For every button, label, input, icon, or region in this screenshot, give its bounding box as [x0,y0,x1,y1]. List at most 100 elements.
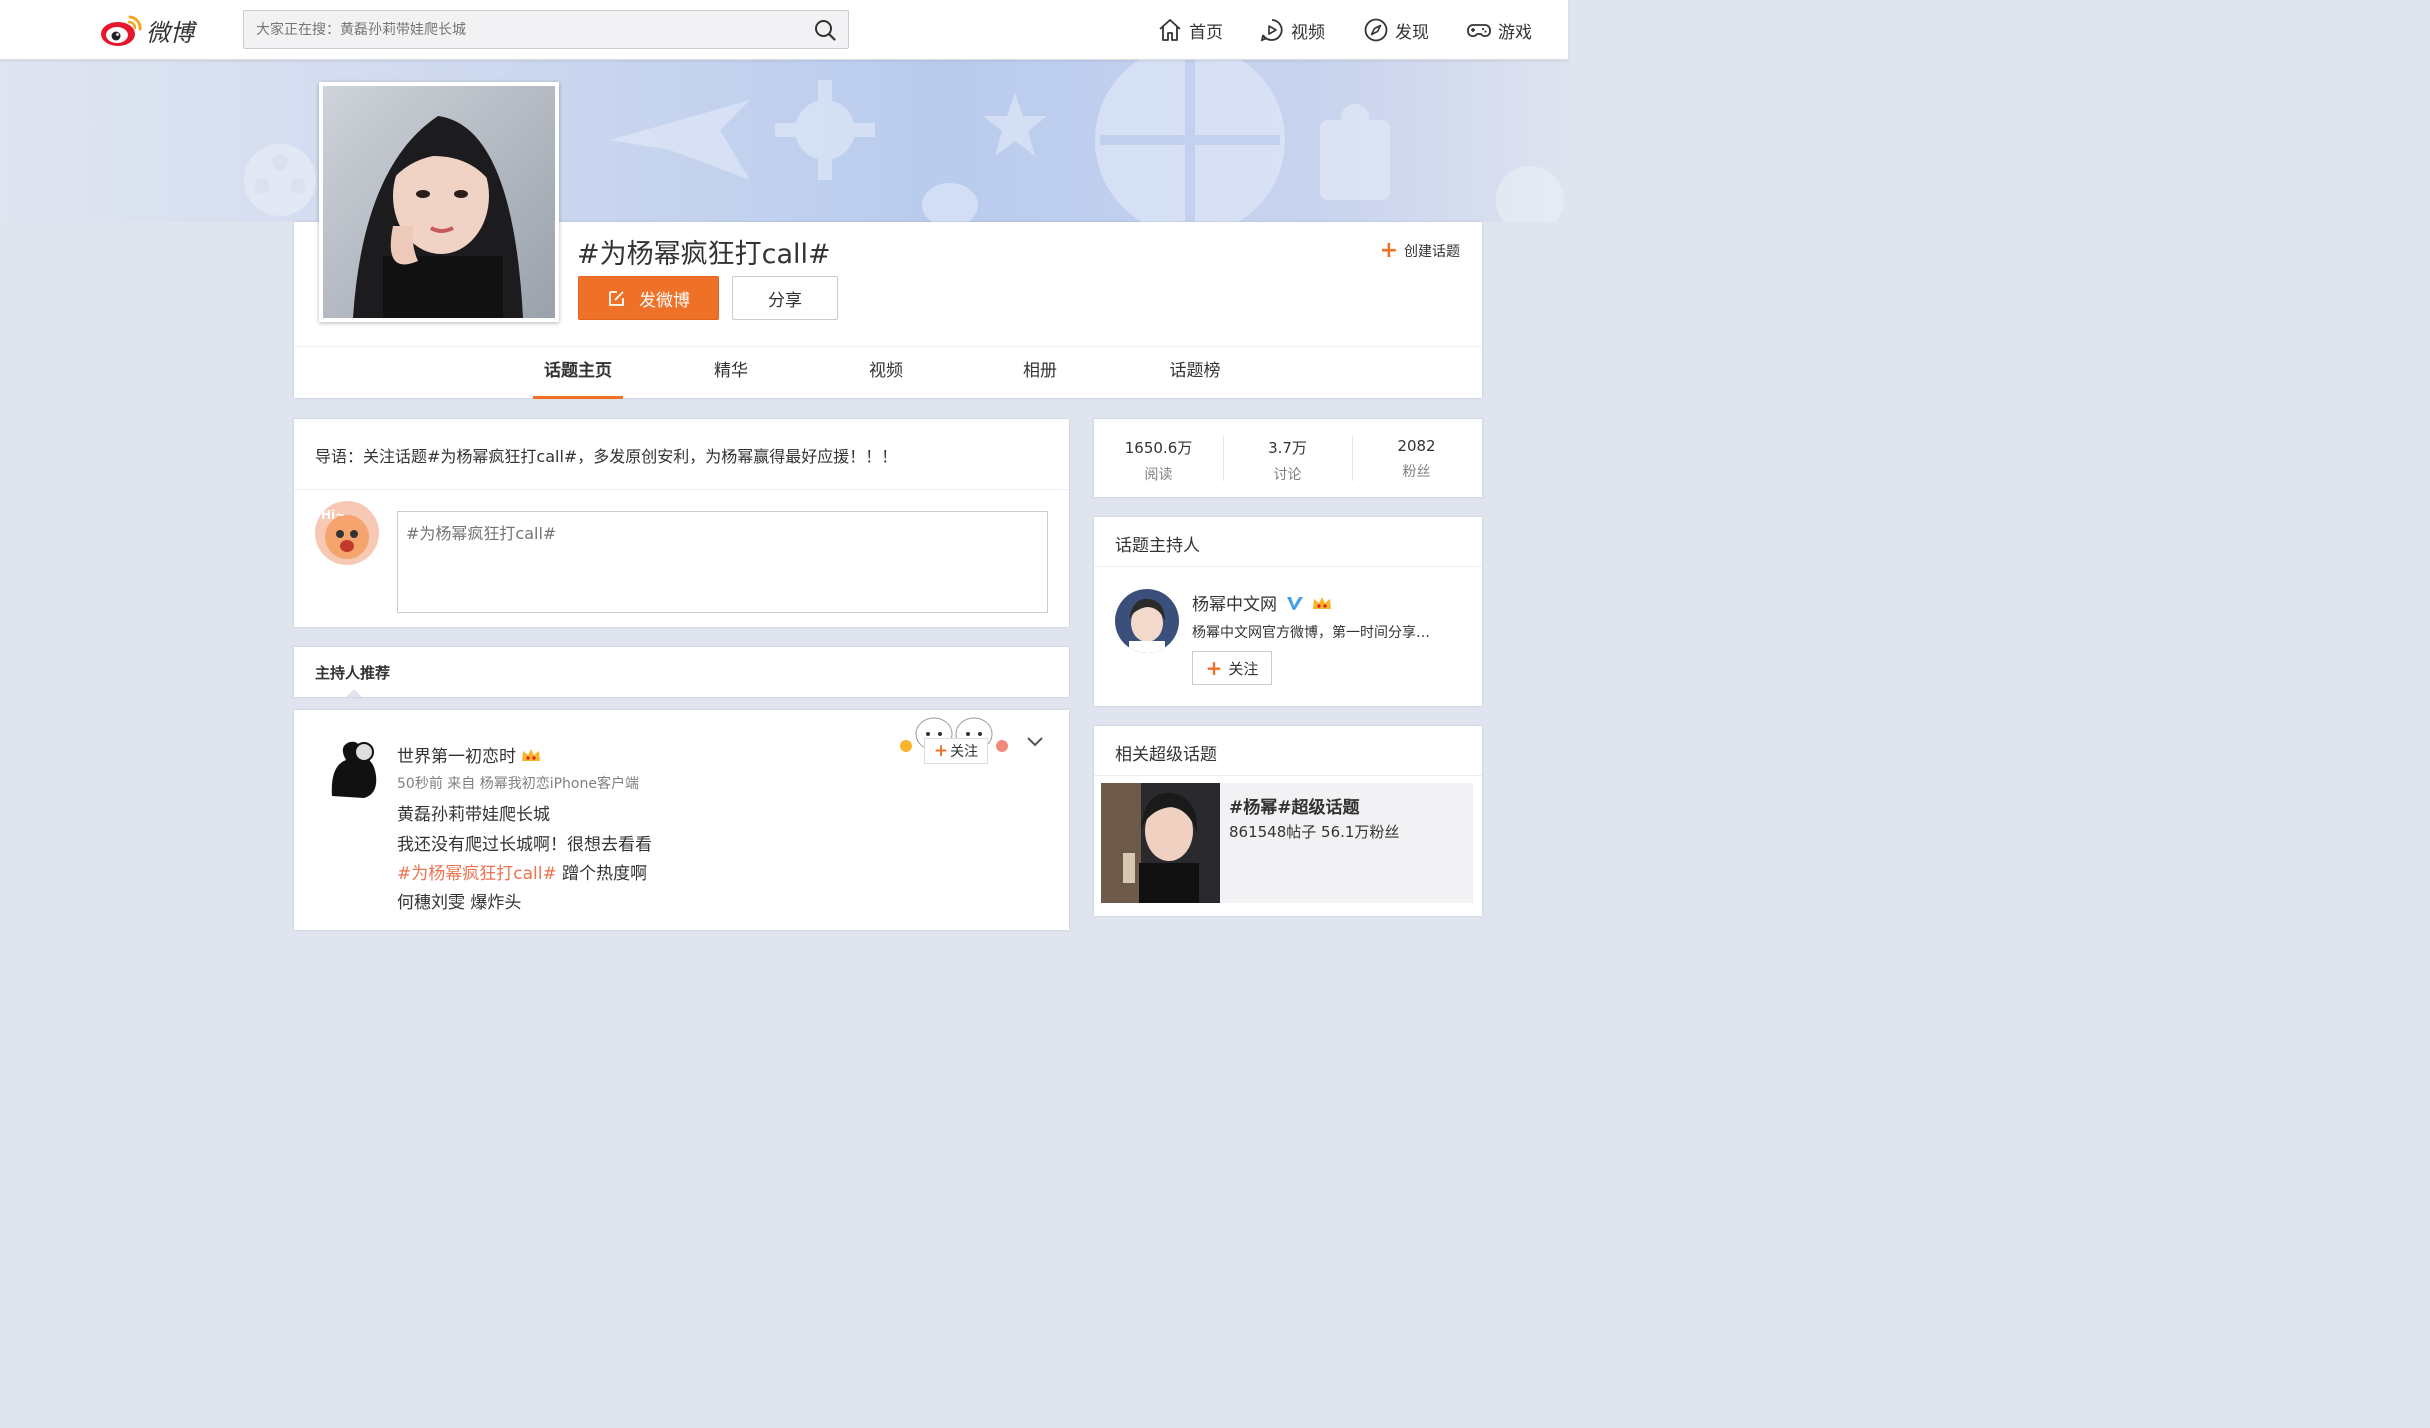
top-navigation-bar: 微博 首页 视频 发现 游戏 [0,0,1568,60]
logo-text: 微博 [146,18,194,47]
edit-icon [609,291,624,306]
nav-discover[interactable]: 发现 [1363,14,1429,46]
intro-card: 导语：关注话题#为杨幂疯狂打call#，多发原创安利，为杨幂赢得最好应援！！！ … [294,419,1069,627]
stat-label: 粉丝 [1402,464,1431,480]
host-name-text: 杨幂中文网 [1192,595,1277,615]
chevron-down-icon[interactable] [1026,736,1044,748]
nav-video-label: 视频 [1291,22,1325,43]
puzzle-decoration-icon [1320,104,1390,200]
post-hashtag-link[interactable]: #为杨幂疯狂打call# [397,864,557,884]
feed-post: 世界第一初恋时 50秒前 来自 杨幂我初恋iPhone客户端 黄磊孙莉带娃爬长城… [294,710,1069,930]
nav-games-label: 游戏 [1498,22,1532,43]
tab-topic-home[interactable]: 话题主页 [533,347,623,399]
super-topic-stats: 861548帖子 56.1万粉丝 [1229,823,1400,841]
gear-decoration-icon [775,80,875,180]
super-topic-thumbnail [1101,783,1220,903]
ball-decoration-icon [1095,60,1285,222]
host-avatar[interactable] [1115,589,1179,653]
tab-highlights[interactable]: 精华 [686,347,776,399]
super-topic-photo [1101,783,1220,903]
post-text-line: 我还没有爬过长城啊！很想去看看 [397,835,652,855]
vip-crown-icon [522,748,540,761]
nav-home[interactable]: 首页 [1157,14,1223,46]
video-icon [1260,19,1283,42]
topic-intro-text: 导语：关注话题#为杨幂疯狂打call#，多发原创安利，为杨幂赢得最好应援！！！ [315,447,898,466]
stat-value: 1650.6万 [1124,439,1193,457]
caret-indicator [346,689,362,697]
star-decoration-icon [983,93,1047,156]
share-label: 分享 [768,290,802,311]
stat-reads: 1650.6万 阅读 [1094,419,1223,497]
post-text-line: 何穗刘雯 爆炸头 [397,893,522,913]
weibo-eye-icon [101,15,142,46]
divider [294,489,1069,490]
post-text-line: 黄磊孙莉带娃爬长城 [397,805,550,825]
share-button[interactable]: 分享 [732,276,838,320]
nav-video[interactable]: 视频 [1259,14,1325,46]
host-description: 杨幂中文网官方微博，第一时间分享… [1192,625,1430,641]
avatar [1115,589,1179,653]
host-name[interactable]: 杨幂中文网 [1192,590,1333,615]
stat-value: 3.7万 [1268,439,1307,457]
nav-discover-label: 发现 [1395,22,1429,43]
post-composer-input[interactable] [398,512,1047,612]
airplane-decoration-icon [610,100,750,180]
cloud-decoration-icon [1496,166,1564,222]
stat-value: 2082 [1397,437,1436,455]
post-meta: 50秒前 来自 杨幂我初恋iPhone客户端 [397,776,639,792]
search-box [243,10,849,49]
avatar: Hi~ [315,501,379,565]
super-topic-item[interactable]: #杨幂#超级话题 861548帖子 56.1万粉丝 [1101,783,1473,903]
topic-avatar [319,82,559,322]
home-icon [1159,19,1181,41]
create-topic-button[interactable]: + 创建话题 [1380,238,1460,263]
gamepad-icon [1467,24,1491,37]
tab-topic-ranking[interactable]: 话题榜 [1150,347,1240,399]
post-hashtag-suffix: 蹭个热度啊 [556,864,648,884]
card-header: 相关超级话题 [1094,726,1482,776]
topic-host-card: 话题主持人 杨幂中文网 杨幂中文网官方微博，第一时间分享… + 关注 [1094,517,1482,706]
post-text-line: #为杨幂疯狂打call# 蹭个热度啊 [397,859,647,884]
tab-album[interactable]: 相册 [995,347,1085,399]
post-weibo-button[interactable]: 发微博 [578,276,719,320]
vip-crown-icon [1313,596,1331,609]
post-author-name[interactable]: 世界第一初恋时 [397,742,542,767]
super-topic-title: #杨幂#超级话题 [1229,798,1360,818]
topic-title: #为杨幂疯狂打call# [577,239,831,270]
nav-home-label: 首页 [1189,22,1223,43]
related-super-topic-card: 相关超级话题 #杨幂#超级话题 861548帖子 56.1万粉丝 [1094,726,1482,916]
current-user-avatar[interactable]: Hi~ [315,501,379,565]
post-author-name-text: 世界第一初恋时 [397,747,516,767]
post-composer [397,511,1048,613]
tab-videos[interactable]: 视频 [841,347,931,399]
stat-fans: 2082 粉丝 [1352,419,1481,497]
card-header: 话题主持人 [1094,517,1482,567]
host-recommend-title: 主持人推荐 [315,664,391,682]
super-topic-section-title: 相关超级话题 [1115,745,1217,765]
plus-icon: + [933,741,949,761]
topic-stats-card: 1650.6万 阅读 3.7万 讨论 2082 粉丝 [1094,419,1482,497]
stat-label: 阅读 [1144,467,1173,483]
follow-host-button[interactable]: + 关注 [1192,651,1272,685]
stat-label: 讨论 [1273,467,1302,483]
follow-author-button[interactable]: + 关注 [924,738,988,764]
post-weibo-label: 发微博 [639,290,690,311]
search-input[interactable] [244,11,784,48]
create-topic-label: 创建话题 [1404,243,1460,260]
plus-icon: + [1379,238,1398,263]
topic-banner [0,60,1568,222]
search-icon[interactable] [814,19,836,41]
host-section-title: 话题主持人 [1115,536,1200,556]
nav-games[interactable]: 游戏 [1466,14,1532,46]
follow-host-label: 关注 [1228,659,1259,678]
compass-icon [1364,18,1388,42]
film-decoration-icon [244,144,316,216]
stat-discussions: 3.7万 讨论 [1223,419,1352,497]
post-author-avatar[interactable] [324,736,382,800]
topic-avatar-photo [323,86,555,318]
weibo-logo[interactable]: 微博 [100,8,194,52]
plus-icon: + [1205,656,1223,680]
topic-tabs: 话题主页 精华 视频 相册 话题榜 [294,346,1482,399]
host-recommend-header: 主持人推荐 [294,647,1069,697]
follow-author-label: 关注 [950,744,979,760]
